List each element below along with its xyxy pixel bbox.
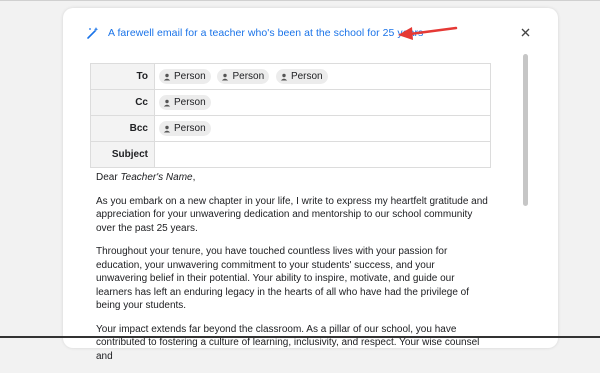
person-icon	[163, 73, 171, 80]
email-body[interactable]: Dear Teacher's Name, As you embark on a …	[96, 171, 488, 373]
recipient-chip[interactable]: Person	[159, 121, 211, 136]
to-field[interactable]: Person Person Person	[154, 63, 491, 90]
recipient-name: Person	[232, 71, 265, 82]
body-paragraph: As you embark on a new chapter in your l…	[96, 195, 488, 234]
close-button[interactable]	[518, 25, 532, 39]
greeting: Dear Teacher's Name,	[96, 171, 488, 185]
bcc-label: Bcc	[90, 115, 155, 142]
recipient-name: Person	[174, 123, 206, 134]
bcc-row: Bcc Person	[90, 115, 491, 142]
prompt-title-row: A farewell email for a teacher who's bee…	[86, 24, 423, 42]
recipient-fields: To Person Person Person Cc Person Bcc Pe…	[90, 63, 491, 168]
greeting-name: Teacher's Name	[120, 172, 193, 183]
subject-label: Subject	[90, 141, 155, 168]
recipient-name: Person	[174, 71, 206, 82]
greeting-prefix: Dear	[96, 172, 121, 183]
person-icon	[163, 125, 171, 132]
cc-row: Cc Person	[90, 89, 491, 116]
prompt-title[interactable]: A farewell email for a teacher who's bee…	[108, 27, 423, 39]
to-row: To Person Person Person	[90, 63, 491, 90]
recipient-chip[interactable]: Person	[159, 69, 211, 84]
to-label: To	[90, 63, 155, 90]
arrow-icon	[398, 26, 458, 40]
cc-label: Cc	[90, 89, 155, 116]
screen-top-border	[0, 0, 600, 1]
recipient-chip[interactable]: Person	[159, 95, 211, 110]
recipient-chip[interactable]: Person	[275, 69, 328, 84]
scrollbar-thumb[interactable]	[523, 54, 528, 206]
magic-wand-icon	[87, 27, 99, 39]
body-paragraph: Your impact extends far beyond the class…	[96, 323, 480, 362]
recipient-name: Person	[174, 97, 206, 108]
greeting-suffix: ,	[192, 172, 196, 183]
recipient-chip[interactable]: Person	[217, 69, 270, 84]
recipient-name: Person	[290, 71, 323, 82]
cc-field[interactable]: Person	[154, 89, 491, 116]
subject-input[interactable]	[154, 141, 491, 168]
bcc-field[interactable]: Person	[154, 115, 491, 142]
person-icon	[163, 99, 171, 106]
subject-row: Subject	[90, 141, 491, 168]
person-icon	[222, 73, 229, 80]
body-paragraph: Throughout your tenure, you have touched…	[96, 246, 470, 311]
person-icon	[280, 73, 288, 80]
close-icon	[521, 28, 529, 36]
